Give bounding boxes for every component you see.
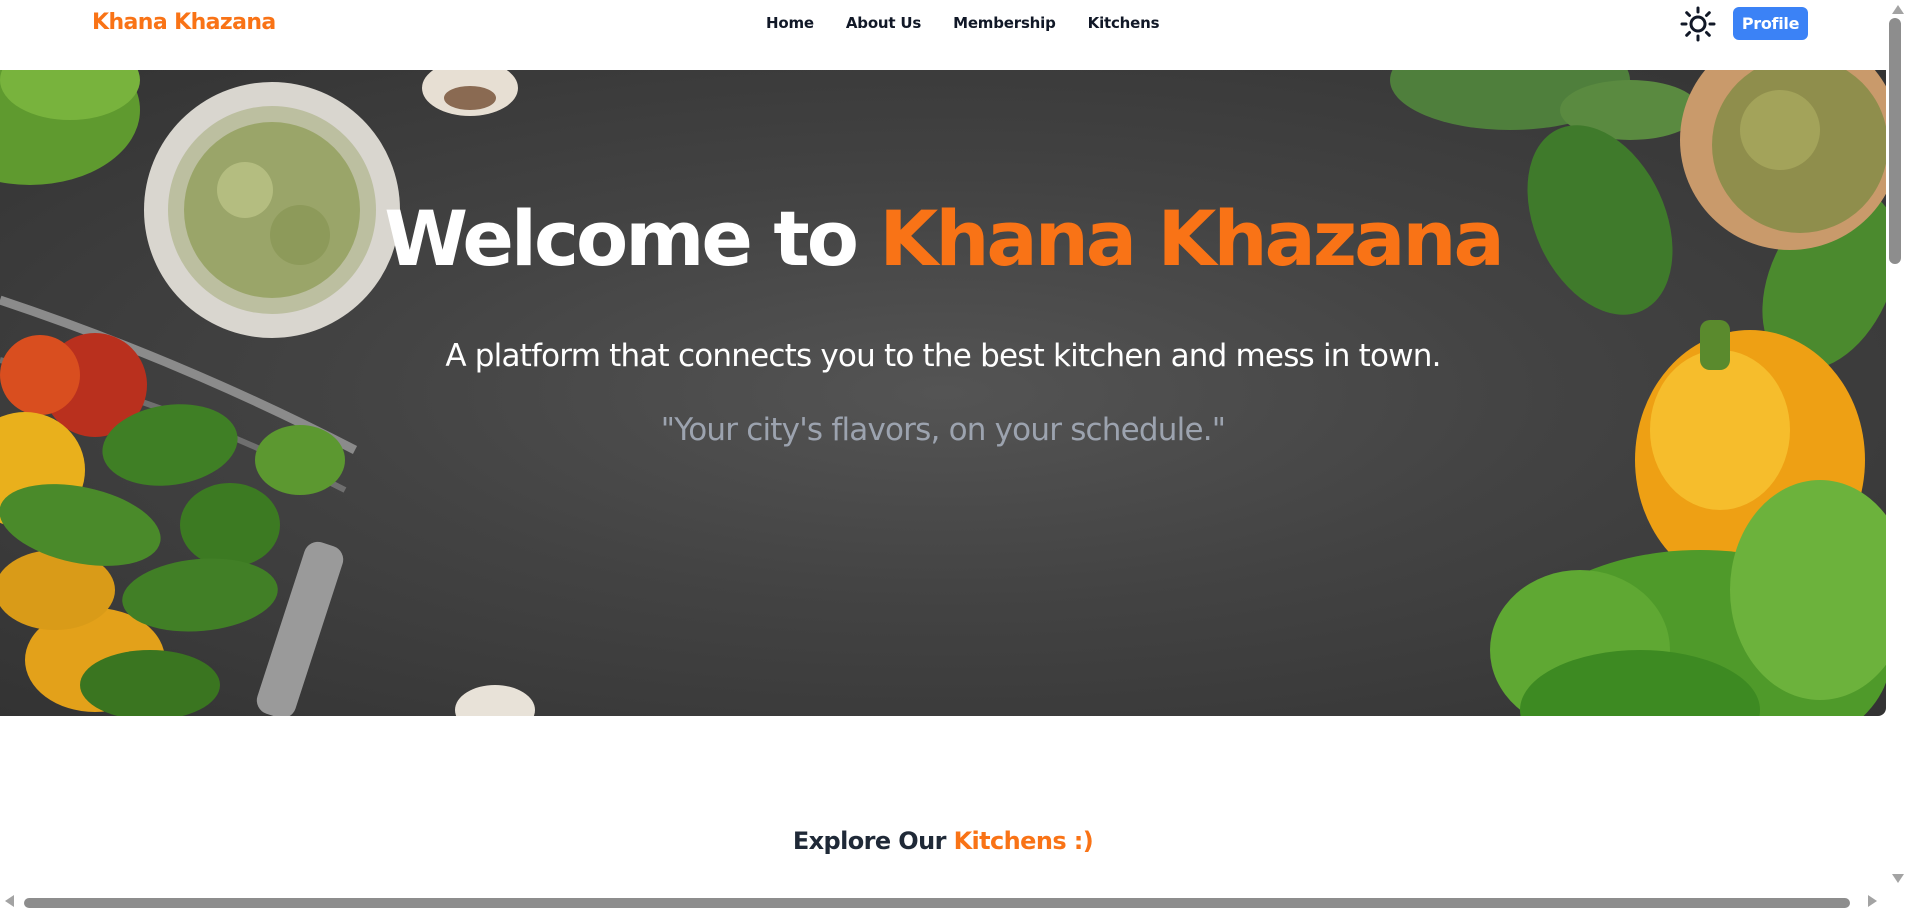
hero-title: Welcome to Khana Khazana — [0, 194, 1886, 283]
hero-subtitle: A platform that connects you to the best… — [445, 338, 1441, 374]
scroll-down-arrow-icon[interactable] — [1892, 874, 1904, 883]
hero-title-accent: Khana Khazana — [879, 194, 1504, 283]
nav-link-about-us[interactable]: About Us — [846, 14, 921, 32]
vertical-scrollbar[interactable] — [1886, 0, 1910, 911]
hero-title-prefix: Welcome to — [384, 194, 880, 283]
scroll-up-arrow-icon[interactable] — [1892, 5, 1904, 14]
explore-kitchens-heading: Explore Our Kitchens :) — [0, 827, 1886, 855]
scrollbar-corner — [1886, 890, 1910, 911]
vertical-scroll-thumb[interactable] — [1889, 18, 1901, 264]
hero-tagline: "Your city's flavors, on your schedule." — [660, 412, 1226, 448]
brand-logo-link[interactable]: Khana Khazana — [92, 10, 276, 35]
hero-background-image — [0, 70, 1886, 716]
nav-link-kitchens[interactable]: Kitchens — [1088, 14, 1160, 32]
horizontal-scroll-thumb[interactable] — [24, 898, 1850, 908]
top-navbar: Khana Khazana Home About Us Membership K… — [0, 0, 1886, 70]
scroll-right-arrow-icon[interactable] — [1868, 895, 1877, 907]
nav-links: Home About Us Membership Kitchens — [766, 14, 1160, 32]
profile-button[interactable]: Profile — [1733, 7, 1808, 40]
sun-icon — [1680, 6, 1716, 42]
explore-heading-accent: Kitchens :) — [953, 827, 1094, 855]
nav-link-membership[interactable]: Membership — [953, 14, 1056, 32]
hero-banner: Welcome to Khana Khazana A platform that… — [0, 70, 1886, 716]
nav-link-home[interactable]: Home — [766, 14, 814, 32]
explore-heading-prefix: Explore Our — [792, 827, 954, 855]
scroll-left-arrow-icon[interactable] — [5, 895, 14, 907]
horizontal-scrollbar[interactable] — [0, 890, 1886, 911]
theme-toggle-button[interactable] — [1680, 6, 1716, 42]
